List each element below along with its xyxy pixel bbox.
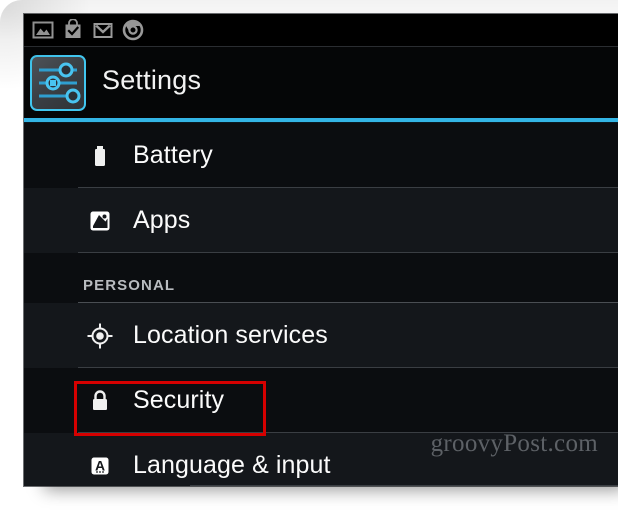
apps-image-icon <box>81 207 119 235</box>
settings-list[interactable]: Battery Apps PERSONAL Location services … <box>24 123 618 486</box>
play-store-bag-check-icon[interactable] <box>58 17 88 43</box>
screenshot-frame: Settings Battery Apps PERSONAL Location … <box>0 0 618 518</box>
section-header-personal: PERSONAL <box>24 253 618 303</box>
notification-bar <box>24 14 618 46</box>
gallery-photo-icon[interactable] <box>28 17 58 43</box>
list-item-security[interactable]: Security <box>24 368 618 433</box>
chrome-browser-icon[interactable] <box>118 17 148 43</box>
list-item-location-services[interactable]: Location services <box>24 303 618 368</box>
list-item-label: Battery <box>133 141 213 169</box>
device-screen: Settings Battery Apps PERSONAL Location … <box>24 14 618 486</box>
gmail-envelope-icon[interactable] <box>88 17 118 43</box>
location-crosshair-icon <box>81 322 119 350</box>
bottom-row-divider <box>190 485 618 486</box>
app-header: Settings <box>24 47 618 118</box>
page-title: Settings <box>102 65 202 95</box>
list-item-label: Apps <box>133 206 191 234</box>
list-item-label: Location services <box>133 321 328 349</box>
section-label: PERSONAL <box>83 277 176 294</box>
watermark: groovyPost.com <box>430 430 598 457</box>
battery-icon <box>81 142 119 170</box>
language-a-icon: A <box>81 452 119 480</box>
list-item-label: Security <box>133 386 225 414</box>
list-item-label: Language & input <box>133 451 331 479</box>
list-item-apps[interactable]: Apps <box>24 188 618 253</box>
settings-sliders-icon <box>30 55 86 111</box>
list-item-battery[interactable]: Battery <box>24 123 618 188</box>
lock-padlock-icon <box>81 387 119 415</box>
